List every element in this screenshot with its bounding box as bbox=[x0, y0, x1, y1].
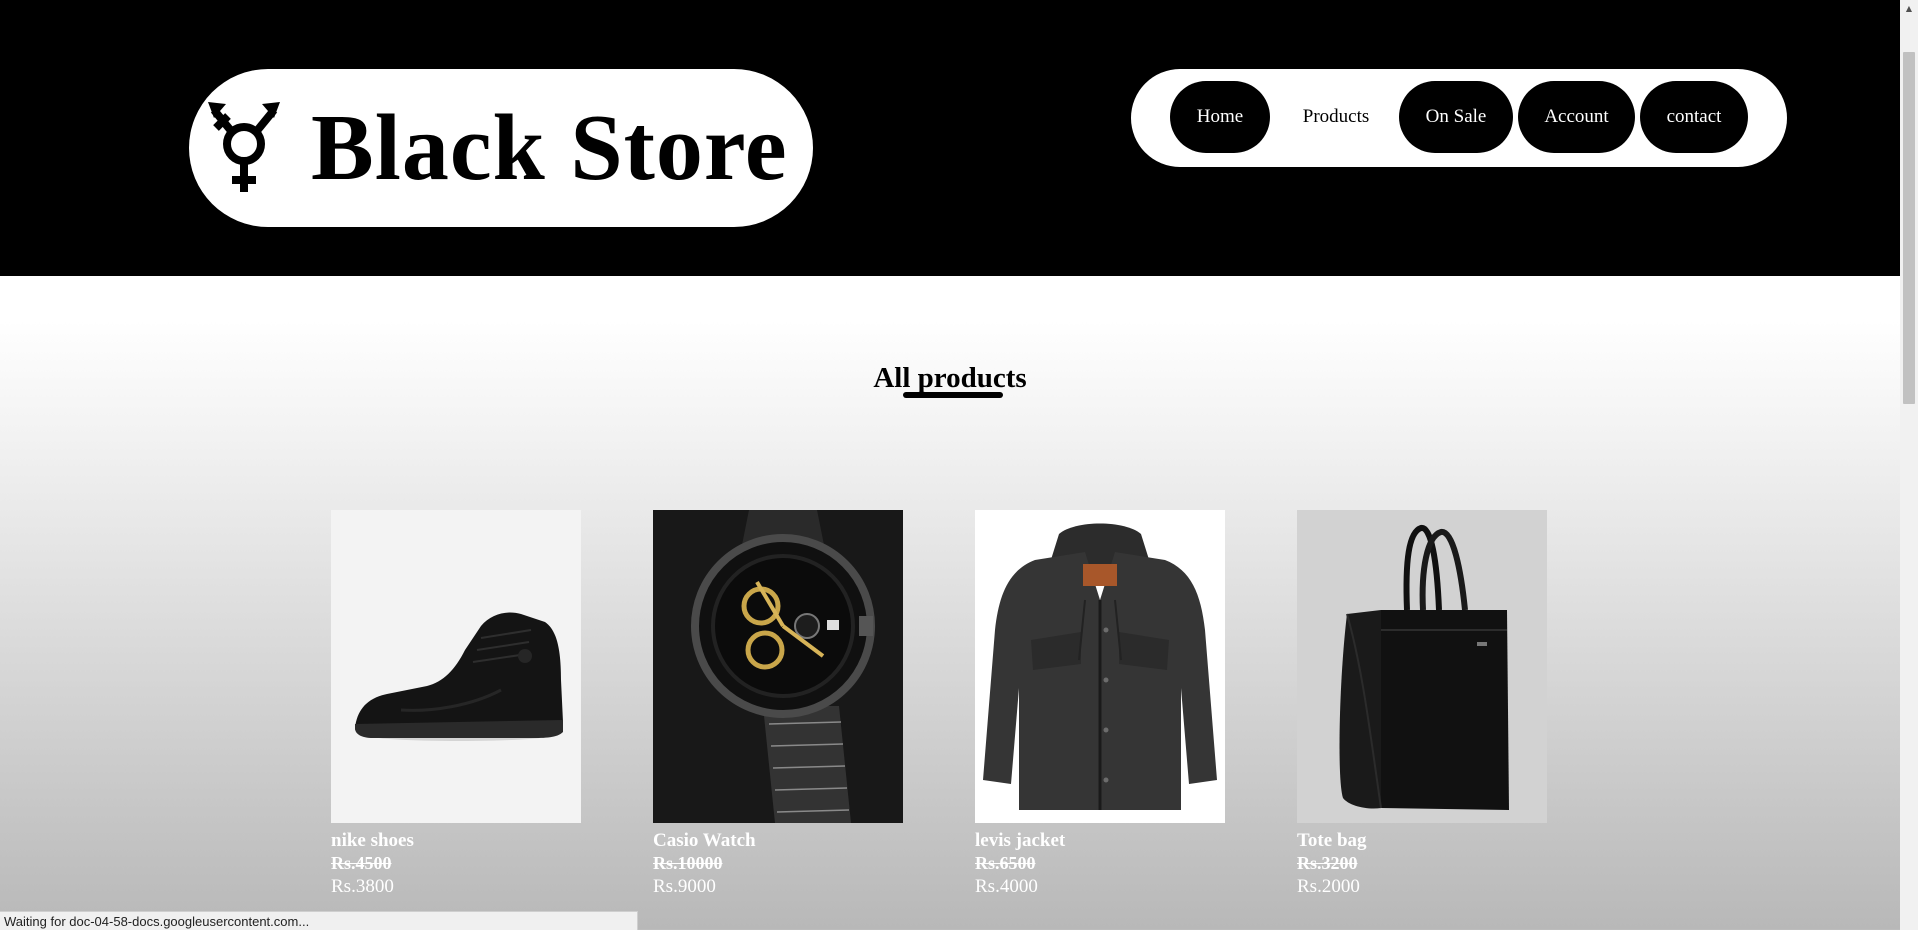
sale-price: Rs.2000 bbox=[1297, 876, 1360, 897]
sale-price: Rs.3800 bbox=[331, 876, 394, 897]
sale-price: Rs.4000 bbox=[975, 876, 1038, 897]
product-name[interactable]: Tote bag bbox=[1297, 829, 1547, 852]
main-nav: Home Products On Sale Account contact bbox=[1131, 69, 1787, 167]
nav-home[interactable]: Home bbox=[1170, 81, 1270, 153]
old-price: Rs.4500 bbox=[331, 853, 392, 873]
page-title: All products bbox=[873, 362, 1027, 398]
product-card[interactable]: nike shoes Rs.4500 Rs.3800 bbox=[331, 510, 581, 898]
transgender-symbol-icon bbox=[205, 98, 285, 198]
scroll-up-arrow-icon[interactable]: ▲ bbox=[1900, 0, 1918, 17]
site-header: Black Store Home Products On Sale Accoun… bbox=[0, 0, 1900, 276]
product-card[interactable]: Tote bag Rs.3200 Rs.2000 bbox=[1297, 510, 1547, 898]
old-price: Rs.6500 bbox=[975, 853, 1036, 873]
product-card[interactable]: levis jacket Rs.6500 Rs.4000 bbox=[975, 510, 1225, 898]
nav-on-sale[interactable]: On Sale bbox=[1399, 81, 1513, 153]
logo-text: Black Store bbox=[311, 96, 788, 200]
black-tote-bag-image[interactable] bbox=[1297, 510, 1547, 823]
sale-price: Rs.9000 bbox=[653, 876, 716, 897]
nav-contact[interactable]: contact bbox=[1640, 81, 1748, 153]
nav-account[interactable]: Account bbox=[1518, 81, 1635, 153]
title-underline bbox=[903, 392, 1004, 398]
old-price: Rs.3200 bbox=[1297, 853, 1358, 873]
page-title-text: All products bbox=[873, 362, 1027, 394]
black-wristwatch-image[interactable] bbox=[653, 510, 903, 823]
logo[interactable]: Black Store bbox=[189, 69, 813, 227]
scroll-thumb[interactable] bbox=[1903, 52, 1915, 404]
product-name[interactable]: Casio Watch bbox=[653, 829, 903, 852]
nav-products[interactable]: Products bbox=[1281, 81, 1391, 153]
status-bar: Waiting for doc-04-58-docs.googleusercon… bbox=[0, 911, 638, 930]
product-name[interactable]: levis jacket bbox=[975, 829, 1225, 852]
product-card[interactable]: Casio Watch Rs.10000 Rs.9000 bbox=[653, 510, 903, 898]
denim-jacket-image[interactable] bbox=[975, 510, 1225, 823]
title-section: All products bbox=[0, 362, 1900, 398]
black-sneaker-image[interactable] bbox=[331, 510, 581, 823]
product-name[interactable]: nike shoes bbox=[331, 829, 581, 852]
vertical-scrollbar[interactable]: ▲ bbox=[1900, 0, 1918, 930]
old-price: Rs.10000 bbox=[653, 853, 723, 873]
